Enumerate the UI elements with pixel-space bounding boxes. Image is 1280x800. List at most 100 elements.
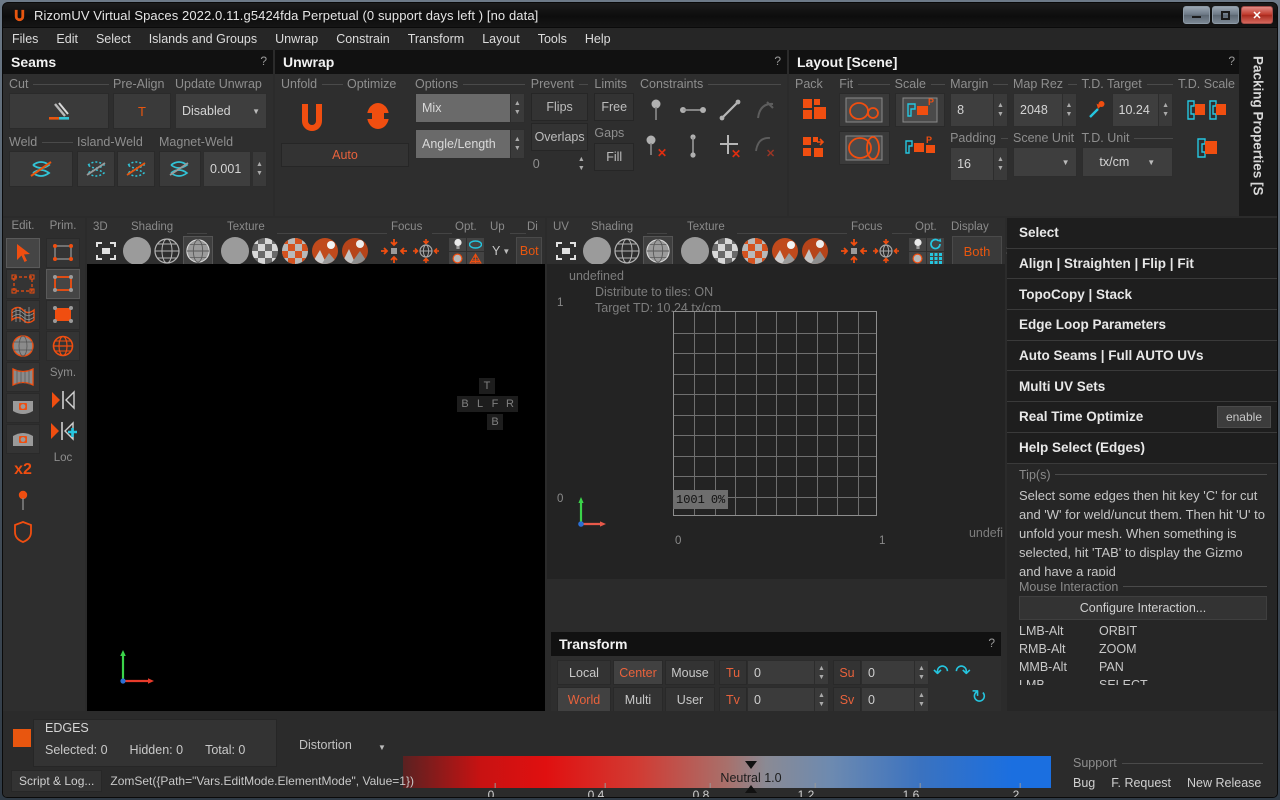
pivot-user-button[interactable]: User — [665, 687, 715, 712]
sphere-mesh-icon[interactable] — [6, 331, 40, 361]
magnet-weld-button[interactable] — [159, 151, 201, 187]
shading-flat-icon[interactable] — [583, 237, 611, 265]
pin-icon[interactable] — [6, 486, 40, 516]
x2-icon[interactable]: x2 — [6, 455, 40, 485]
rotate-repeat-icon[interactable]: ↻ — [971, 685, 987, 710]
space-world-button[interactable]: World — [557, 687, 611, 712]
td-target-stepper[interactable]: ▲▼ — [1159, 93, 1173, 127]
cursor-arrow-icon[interactable] — [6, 238, 40, 268]
sidebar-item-align[interactable]: Align | Straighten | Flip | Fit — [1007, 249, 1277, 280]
island-top-icon[interactable] — [6, 393, 40, 423]
uv-tile-badge[interactable]: 1001 0% — [673, 490, 728, 509]
lightbulb-icon[interactable] — [449, 238, 466, 251]
constraint-pin-remove-icon[interactable]: ✕ — [640, 129, 672, 163]
scale-islands-button[interactable]: P — [895, 131, 945, 165]
constraint-curve-icon[interactable] — [749, 93, 781, 127]
sv-value[interactable]: 0 — [861, 687, 915, 712]
menu-item-files[interactable]: Files — [3, 30, 47, 48]
constraint-horizontal-icon[interactable] — [675, 93, 711, 127]
prevent-overlaps-button[interactable]: Overlaps — [531, 123, 589, 151]
uv-tile-grid[interactable] — [673, 311, 877, 516]
vertex-rect-icon[interactable] — [46, 238, 80, 268]
padding-value[interactable]: 16 — [950, 147, 994, 181]
menu-item-help[interactable]: Help — [576, 30, 620, 48]
rotate-ccw-icon[interactable]: ↶ — [933, 660, 949, 685]
scale-to-map-button[interactable]: P — [895, 93, 945, 127]
menu-item-select[interactable]: Select — [87, 30, 140, 48]
grid-icon[interactable] — [467, 252, 484, 265]
island-unweld-button[interactable] — [117, 151, 155, 187]
shading-shaded-wire-icon[interactable] — [183, 236, 213, 266]
face-rect-icon[interactable] — [46, 300, 80, 330]
focus-all-icon[interactable] — [871, 237, 901, 265]
pivot-multi-button[interactable]: Multi — [613, 687, 663, 712]
seams-help-icon[interactable]: ? — [260, 54, 267, 68]
padding-stepper[interactable]: ▲▼ — [994, 147, 1008, 181]
symmetry-set-icon[interactable] — [46, 416, 80, 446]
shield-icon[interactable] — [6, 517, 40, 547]
up-axis-value[interactable]: Y — [492, 244, 500, 258]
minimize-button[interactable] — [1183, 6, 1210, 24]
space-local-button[interactable]: Local — [557, 660, 611, 685]
chevron-down-icon[interactable]: ▼ — [502, 247, 510, 256]
td-pipette-icon[interactable] — [1082, 93, 1112, 127]
map-rez-value[interactable]: 2048 — [1013, 93, 1063, 127]
rotate-cw-icon[interactable]: ↷ — [955, 660, 971, 685]
weld-button[interactable] — [9, 151, 73, 187]
texture-uv-checker-icon[interactable] — [281, 237, 309, 265]
pivot-center-button[interactable]: Center — [613, 660, 663, 685]
viewport-3d-canvas[interactable]: T B L F R B — [87, 264, 545, 711]
navcube-left[interactable]: L — [472, 396, 488, 412]
flag-mesh-icon[interactable] — [6, 300, 40, 330]
overlaps-stepper[interactable]: ▲▼ — [574, 153, 588, 175]
refresh-icon[interactable] — [927, 238, 944, 251]
texture-image-b-icon[interactable] — [341, 237, 369, 265]
menu-item-transform[interactable]: Transform — [399, 30, 474, 48]
focus-all-icon[interactable] — [411, 237, 441, 265]
menu-item-unwrap[interactable]: Unwrap — [266, 30, 327, 48]
edge-rect-icon[interactable] — [46, 269, 80, 299]
texture-none-icon[interactable] — [221, 237, 249, 265]
focus-selection-icon[interactable] — [839, 237, 869, 265]
shading-wire-icon[interactable] — [153, 237, 181, 265]
symmetry-mirror-icon[interactable] — [46, 385, 80, 415]
texture-none-icon[interactable] — [681, 237, 709, 265]
constraint-pin-icon[interactable] — [640, 93, 672, 127]
pre-align-toggle[interactable]: T — [113, 93, 171, 129]
constraint-diagonal-icon[interactable] — [714, 93, 746, 127]
navcube-bottom[interactable]: B — [487, 414, 503, 430]
tv-value[interactable]: 0 — [747, 687, 815, 712]
sidebar-item-help-select[interactable]: Help Select (Edges) — [1007, 433, 1277, 464]
update-unwrap-dropdown[interactable]: Disabled ▼ — [175, 93, 267, 129]
sidebar-item-real-time-optimize[interactable]: Real Time Optimize enable — [1007, 402, 1277, 433]
menu-item-edit[interactable]: Edit — [47, 30, 87, 48]
texture-checker-icon[interactable] — [711, 237, 739, 265]
mix-stepper[interactable]: ▲▼ — [511, 93, 525, 123]
unwrap-help-icon[interactable]: ? — [774, 54, 781, 68]
gaps-fill-button[interactable]: Fill — [594, 143, 634, 171]
magnet-weld-value[interactable]: 0.001 — [203, 151, 251, 187]
angle-length-value[interactable]: Angle/Length — [415, 129, 511, 159]
td-scale-apply-button[interactable] — [1178, 131, 1235, 165]
navcube-right[interactable]: R — [502, 396, 518, 412]
packing-properties-strip[interactable]: Packing Properties [S — [1239, 50, 1277, 216]
chevron-down-icon[interactable]: ▼ — [378, 743, 386, 752]
margin-stepper[interactable]: ▲▼ — [994, 93, 1008, 127]
cut-button[interactable] — [9, 93, 109, 129]
tu-stepper[interactable]: ▲▼ — [815, 660, 829, 685]
optimize-button[interactable] — [347, 93, 409, 139]
angle-length-stepper[interactable]: ▲▼ — [511, 129, 525, 159]
uv-grid-icon[interactable] — [927, 252, 944, 265]
distortion-label[interactable]: Distortion — [299, 738, 352, 752]
unfold-button[interactable] — [281, 93, 343, 139]
island-bottom-icon[interactable] — [6, 424, 40, 454]
auto-unwrap-button[interactable]: Auto — [281, 143, 409, 167]
pack-button[interactable] — [795, 93, 834, 127]
td-scale-equalize-button[interactable] — [1178, 93, 1235, 127]
real-time-optimize-enable-button[interactable]: enable — [1217, 406, 1271, 428]
island-weld-button[interactable] — [77, 151, 115, 187]
menu-item-islands[interactable]: Islands and Groups — [140, 30, 266, 48]
configure-interaction-button[interactable]: Configure Interaction... — [1019, 596, 1267, 620]
tu-value[interactable]: 0 — [747, 660, 815, 685]
magnet-weld-stepper[interactable]: ▲ ▼ — [253, 151, 267, 187]
